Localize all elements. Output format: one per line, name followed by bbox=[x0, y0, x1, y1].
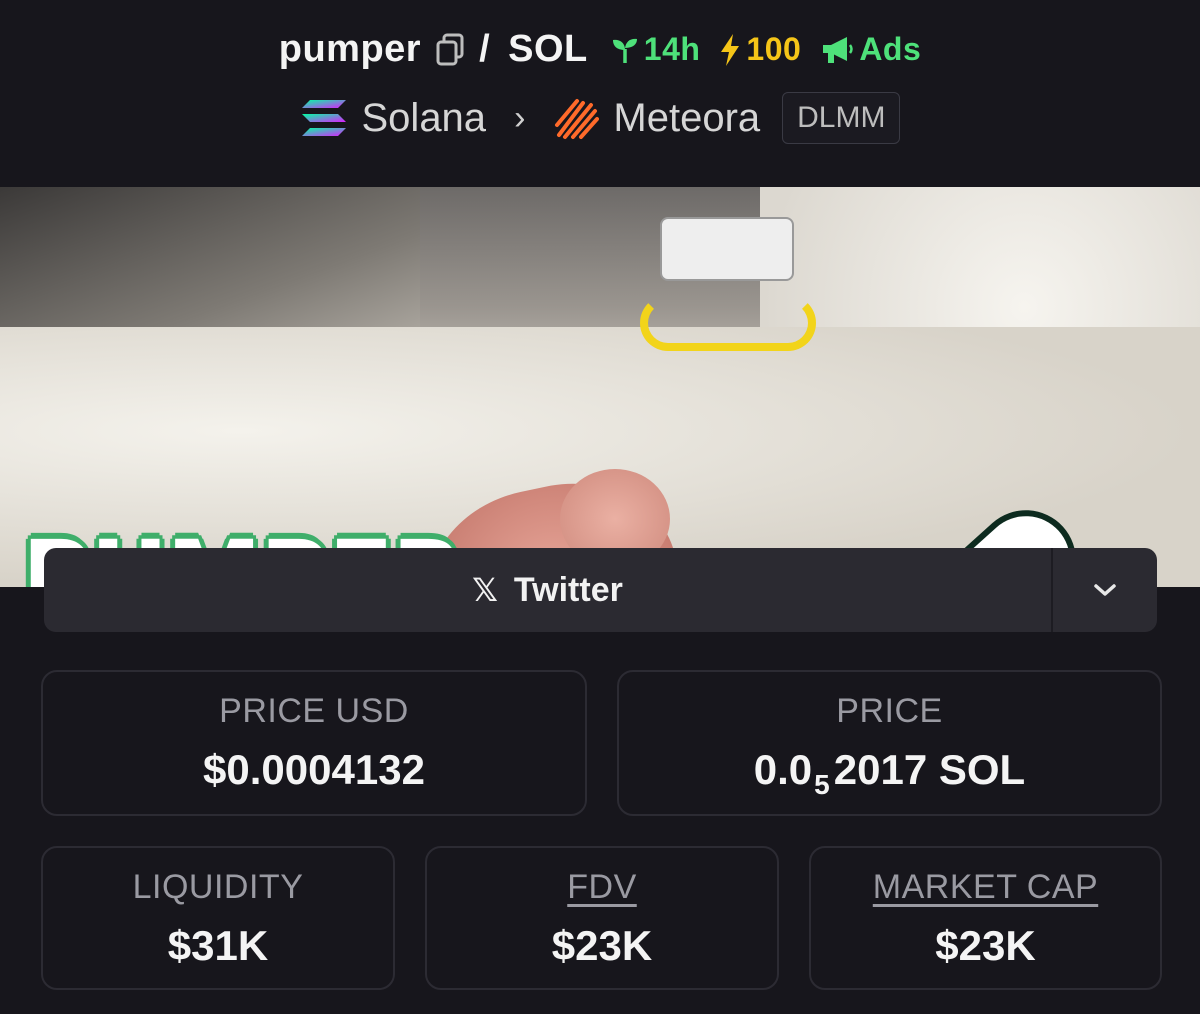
meteora-logo bbox=[553, 95, 600, 141]
dex-name[interactable]: Meteora bbox=[613, 96, 760, 141]
twitter-label: Twitter bbox=[513, 570, 623, 609]
fdv-card: FDV $23K bbox=[425, 846, 779, 990]
fdv-label[interactable]: FDV bbox=[427, 868, 777, 907]
token-symbol: pumper bbox=[278, 28, 422, 70]
liquidity-label: LIQUIDITY bbox=[132, 868, 304, 906]
copy-icon[interactable] bbox=[435, 33, 465, 67]
chevron-right-icon: › bbox=[514, 98, 526, 137]
twitter-button[interactable]: 𝕏 Twitter bbox=[44, 548, 1051, 632]
ads-badge[interactable]: Ads bbox=[819, 31, 921, 68]
pair-separator: / bbox=[479, 28, 491, 70]
market-cap-value: $23K bbox=[935, 922, 1036, 969]
bolt-icon bbox=[721, 33, 740, 66]
socials-more-button[interactable] bbox=[1051, 548, 1157, 632]
banner-equipment bbox=[660, 217, 794, 281]
price-native-suffix: 2017 SOL bbox=[833, 746, 1026, 793]
boost-count: 100 bbox=[746, 31, 802, 67]
pool-type-badge: DLMM bbox=[782, 92, 901, 144]
banner-tube bbox=[640, 295, 816, 351]
sprout-icon bbox=[612, 38, 637, 63]
market-cap-label[interactable]: MARKET CAP bbox=[811, 868, 1160, 907]
boost-badge[interactable]: 100 bbox=[718, 31, 801, 68]
price-native-label: PRICE bbox=[836, 692, 943, 730]
pair-title-row: pumper / SOL 14h 100 Ads bbox=[0, 28, 1200, 71]
pair-age-text: 14h bbox=[643, 31, 701, 67]
price-usd-label: PRICE USD bbox=[219, 692, 409, 730]
market-cap-card: MARKET CAP $23K bbox=[809, 846, 1162, 990]
price-native-value: 0.052017 SOL bbox=[619, 746, 1160, 801]
price-native-card: PRICE 0.052017 SOL bbox=[617, 670, 1162, 816]
megaphone-icon bbox=[823, 36, 854, 63]
price-usd-card: PRICE USD $0.0004132 bbox=[41, 670, 587, 816]
price-native-prefix: 0.0 bbox=[753, 746, 813, 793]
liquidity-card: LIQUIDITY $31K bbox=[41, 846, 395, 990]
pair-age-badge[interactable]: 14h bbox=[610, 31, 701, 68]
price-native-zero-count: 5 bbox=[814, 769, 830, 800]
solana-logo bbox=[300, 98, 348, 138]
fdv-value: $23K bbox=[551, 922, 653, 969]
social-links-bar: 𝕏 Twitter bbox=[44, 548, 1157, 632]
token-banner-image: PUMPER bbox=[0, 187, 1200, 587]
price-usd-value: $0.0004132 bbox=[203, 746, 425, 793]
chain-name[interactable]: Solana bbox=[362, 96, 487, 141]
chevron-down-icon bbox=[1094, 584, 1116, 596]
ads-label: Ads bbox=[859, 31, 922, 67]
chain-dex-breadcrumb: Solana › Meteora DLMM bbox=[0, 92, 1200, 144]
x-logo-icon: 𝕏 bbox=[472, 572, 498, 608]
liquidity-value: $31K bbox=[167, 922, 269, 969]
quote-symbol: SOL bbox=[508, 28, 588, 70]
